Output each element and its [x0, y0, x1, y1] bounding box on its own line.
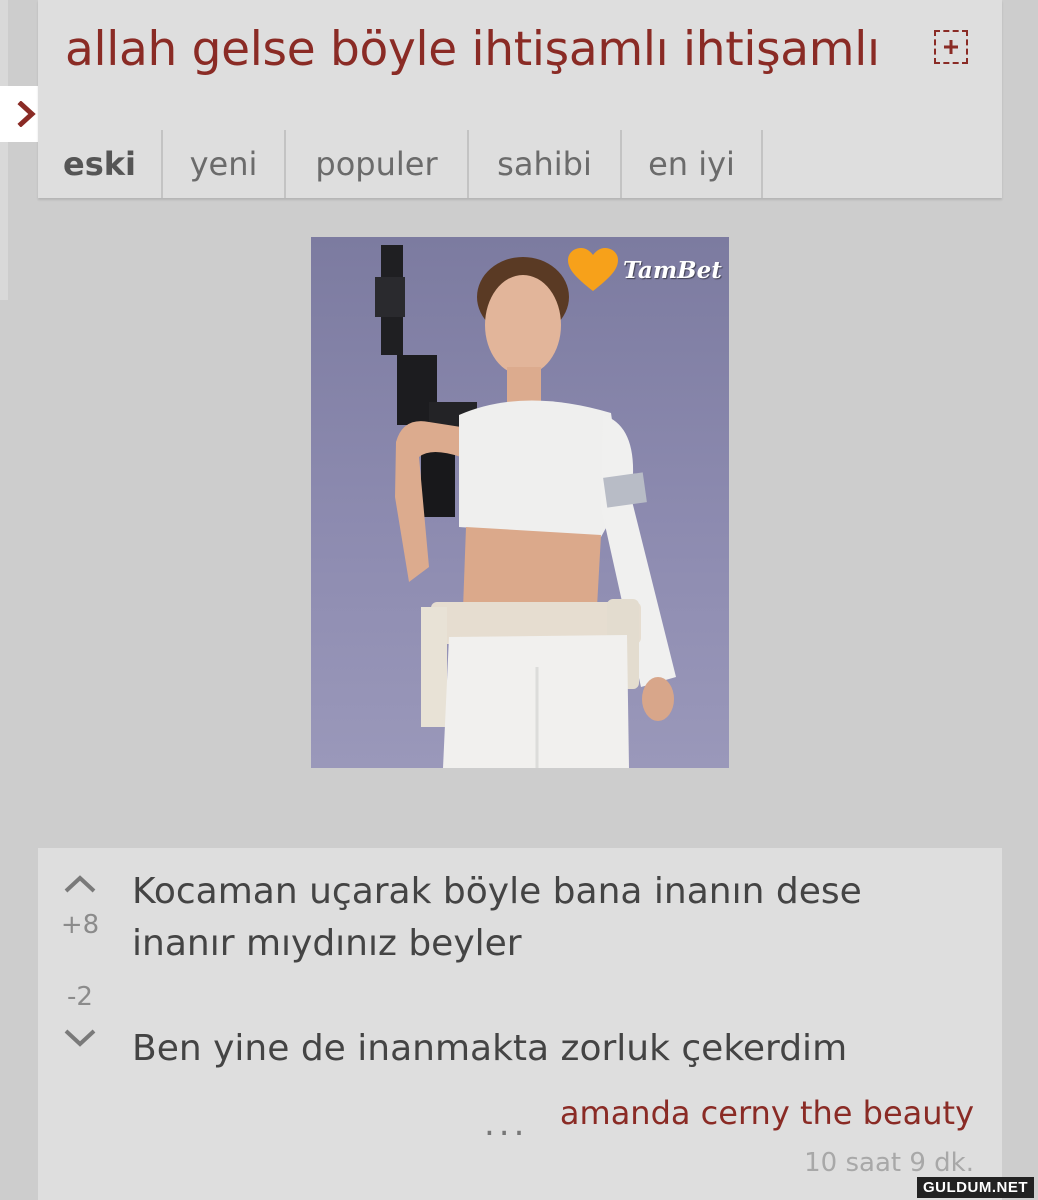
downvote-count: -2: [67, 982, 93, 1012]
topic-header: allah gelse böyle ihtişamlı ihtişamlı es…: [38, 0, 1002, 198]
entry-timestamp[interactable]: 10 saat 9 dk.: [804, 1148, 974, 1178]
upvote-button[interactable]: [58, 872, 102, 902]
downvote-button[interactable]: [58, 1026, 102, 1056]
brand-badge: TamBet: [567, 247, 722, 293]
photo-figure: [375, 245, 676, 768]
tab-eski[interactable]: eski: [38, 130, 163, 198]
entry-paragraph: Ben yine de inanmakta zorluk çekerdim: [132, 1028, 848, 1069]
side-strip: [0, 0, 8, 300]
heart-icon: [568, 248, 618, 291]
brand-badge-text: TamBet: [623, 256, 722, 284]
tab-en-iyi[interactable]: en iyi: [622, 130, 763, 198]
tab-sahibi[interactable]: sahibi: [469, 130, 622, 198]
page: allah gelse böyle ihtişamlı ihtişamlı es…: [0, 0, 1038, 1200]
chevron-right-icon: [17, 101, 36, 127]
tab-yeni[interactable]: yeni: [163, 130, 286, 198]
expand-title-icon[interactable]: [934, 30, 968, 64]
chevron-down-icon: [64, 1029, 96, 1047]
tab-populer[interactable]: populer: [286, 130, 469, 198]
sort-tabs: eski yeni populer sahibi en iyi: [38, 130, 763, 198]
chevron-up-icon: [64, 875, 96, 893]
post-image[interactable]: TamBet: [311, 237, 729, 768]
site-watermark: GULDUM.NET: [917, 1177, 1034, 1198]
entry-author[interactable]: amanda cerny the beauty: [560, 1094, 974, 1132]
entry-paragraph: Kocaman uçarak böyle bana inanın dese in…: [132, 871, 862, 964]
more-options-button[interactable]: ...: [484, 1104, 528, 1144]
entry-card: +8 -2 Kocaman uçarak böyle bana inanın d…: [38, 848, 1002, 1200]
topic-title[interactable]: allah gelse böyle ihtişamlı ihtişamlı: [65, 22, 945, 77]
upvote-count: +8: [60, 910, 100, 940]
